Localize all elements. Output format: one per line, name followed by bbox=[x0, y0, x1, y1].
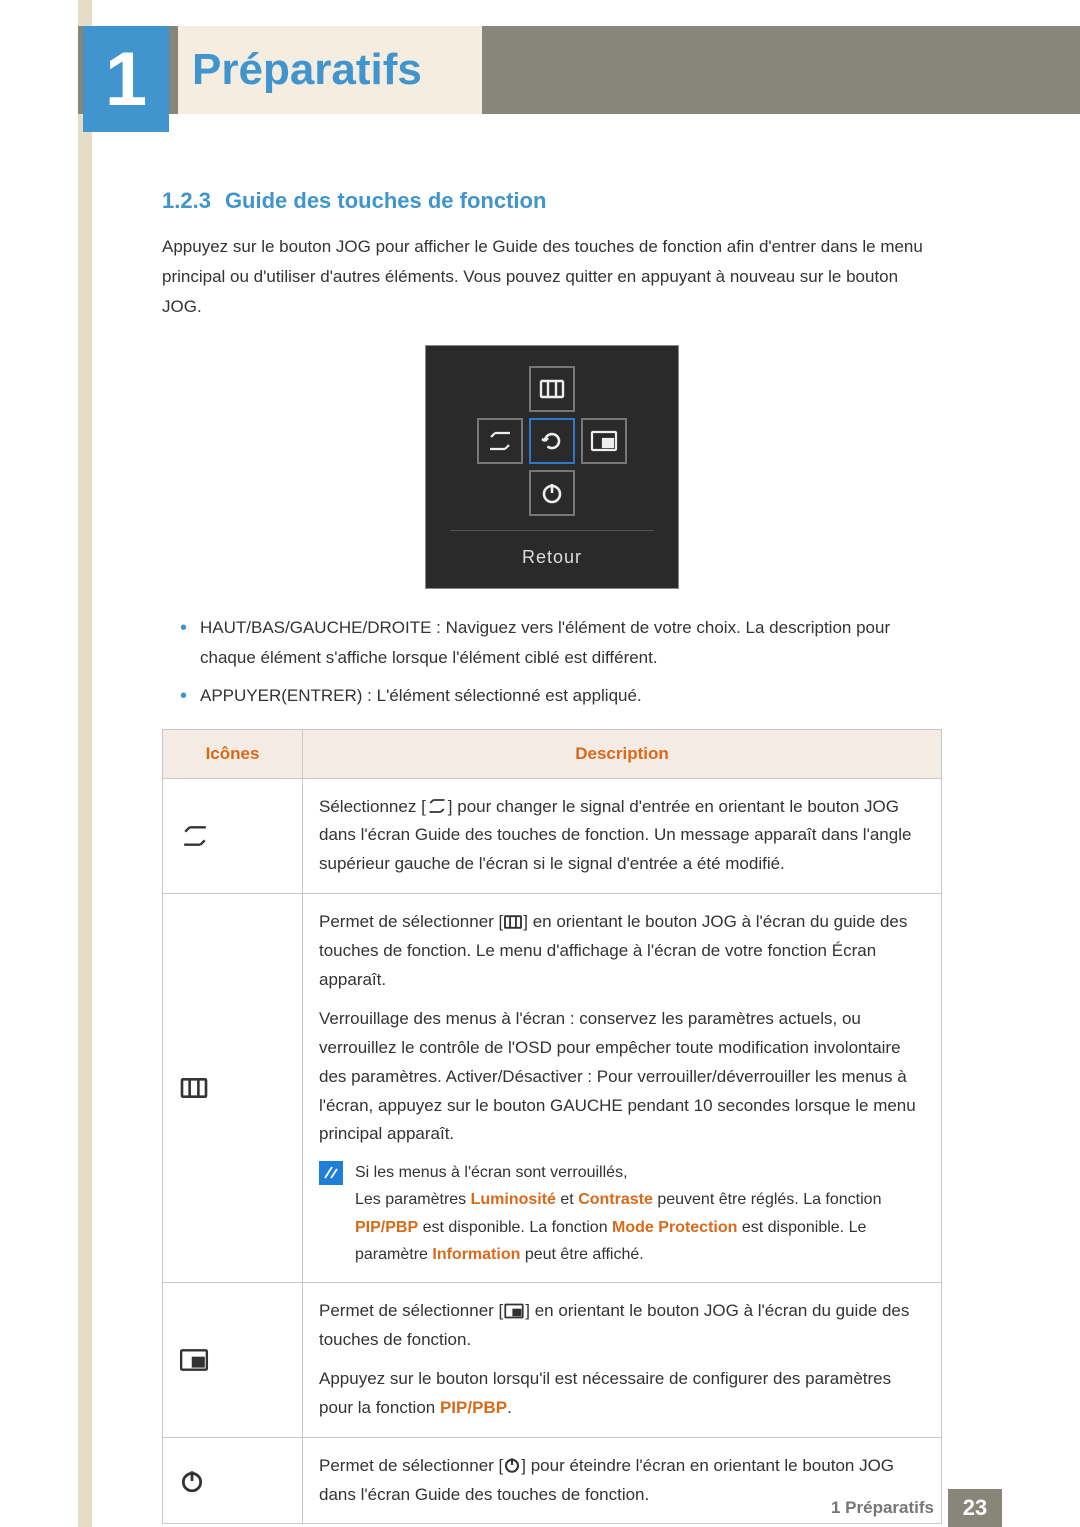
nav-instructions: HAUT/BAS/GAUCHE/DROITE : Naviguez vers l… bbox=[180, 613, 942, 710]
power-icon bbox=[540, 481, 564, 505]
page-footer: 1 Préparatifs 23 bbox=[0, 1489, 1080, 1527]
desc-cell: Permet de sélectionner [] en orientant l… bbox=[303, 1283, 942, 1438]
table-row: Permet de sélectionner [] en orientant l… bbox=[163, 1283, 942, 1438]
pip-icon bbox=[503, 1303, 525, 1319]
osd-up-button bbox=[529, 366, 575, 412]
left-rail bbox=[78, 0, 92, 1527]
menu-icon bbox=[539, 378, 565, 400]
osd-center-button bbox=[529, 418, 575, 464]
menu-icon bbox=[503, 914, 523, 930]
chapter-title: Préparatifs bbox=[178, 26, 482, 114]
page-content: 1.2.3 Guide des touches de fonction Appuy… bbox=[162, 188, 942, 1524]
pip-icon bbox=[590, 430, 618, 452]
osd-right-button bbox=[581, 418, 627, 464]
table-header-icons: Icônes bbox=[163, 729, 303, 778]
table-row: Permet de sélectionner [] en orientant l… bbox=[163, 894, 942, 1283]
list-item: APPUYER(ENTRER) : L'élément sélectionné … bbox=[180, 681, 942, 711]
section-intro: Appuyez sur le bouton JOG pour afficher … bbox=[162, 232, 942, 321]
source-icon bbox=[426, 797, 448, 815]
list-item: HAUT/BAS/GAUCHE/DROITE : Naviguez vers l… bbox=[180, 613, 942, 673]
footer-chapter-label: 1 Préparatifs bbox=[817, 1489, 948, 1527]
icon-cell bbox=[163, 1283, 303, 1438]
chapter-number-tab: 1 bbox=[83, 26, 169, 132]
note-icon bbox=[319, 1161, 343, 1185]
power-icon bbox=[503, 1456, 521, 1474]
icon-cell bbox=[163, 894, 303, 1283]
pip-icon bbox=[179, 1348, 209, 1372]
source-icon bbox=[486, 429, 514, 453]
return-icon bbox=[539, 428, 565, 454]
note-block: Si les menus à l'écran sont verrouillés,… bbox=[319, 1159, 925, 1268]
desc-cell: Permet de sélectionner [] en orientant l… bbox=[303, 894, 942, 1283]
table-row: Sélectionnez [] pour changer le signal d… bbox=[163, 778, 942, 894]
icon-cell bbox=[163, 778, 303, 894]
osd-return-label: Retour bbox=[450, 531, 654, 588]
section-title: Guide des touches de fonction bbox=[225, 188, 546, 213]
osd-figure: Retour bbox=[162, 345, 942, 589]
section-number: 1.2.3 bbox=[162, 188, 211, 213]
desc-cell: Sélectionnez [] pour changer le signal d… bbox=[303, 778, 942, 894]
section-heading: 1.2.3 Guide des touches de fonction bbox=[162, 188, 942, 214]
menu-icon bbox=[179, 1076, 209, 1100]
osd-panel: Retour bbox=[425, 345, 679, 589]
source-icon bbox=[179, 823, 211, 849]
osd-left-button bbox=[477, 418, 523, 464]
footer-page-number: 23 bbox=[948, 1489, 1002, 1527]
osd-down-button bbox=[529, 470, 575, 516]
function-key-table: Icônes Description Sélectionnez [] pour … bbox=[162, 729, 942, 1525]
table-header-desc: Description bbox=[303, 729, 942, 778]
